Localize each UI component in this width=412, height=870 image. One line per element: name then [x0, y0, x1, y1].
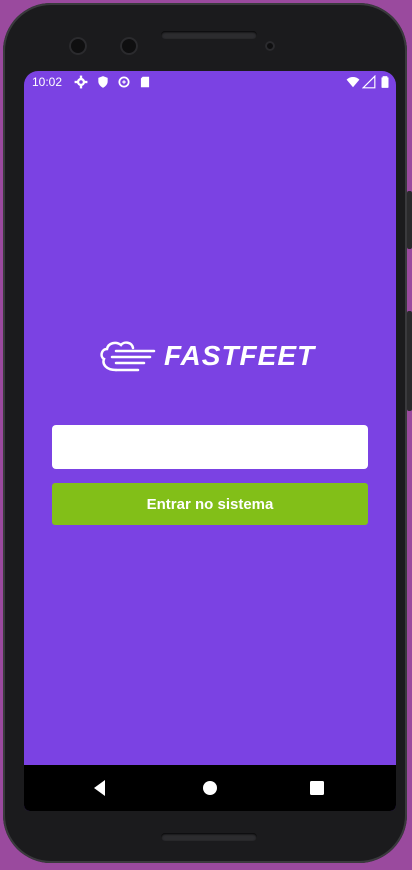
earpiece-speaker — [161, 31, 257, 39]
status-bar: 10:02 — [24, 71, 396, 93]
volume-button — [407, 191, 412, 249]
status-time: 10:02 — [32, 75, 63, 89]
device-frame: 10:02 FASTFEET Entrar no sistema — [3, 3, 412, 863]
settings-icon — [74, 75, 88, 89]
sd-card-icon — [140, 76, 150, 88]
wifi-icon — [346, 77, 360, 88]
brand-name: FASTFEET — [164, 340, 316, 371]
cellular-signal-icon — [362, 75, 376, 89]
power-button — [407, 311, 412, 411]
login-input[interactable] — [52, 425, 368, 469]
bottom-speaker — [161, 833, 257, 841]
battery-icon — [381, 76, 389, 88]
fast-cloud-icon — [100, 341, 156, 372]
front-camera-left — [69, 37, 87, 55]
login-button[interactable]: Entrar no sistema — [52, 483, 368, 525]
front-camera-right — [120, 37, 138, 55]
navigation-bar — [24, 765, 396, 811]
brand-logo: FASTFEET — [94, 337, 324, 377]
data-saver-icon — [118, 76, 130, 88]
recents-icon[interactable] — [305, 776, 329, 800]
proximity-sensor — [265, 41, 275, 51]
back-icon[interactable] — [88, 776, 112, 800]
app-screen: 10:02 FASTFEET Entrar no sistema — [24, 71, 396, 811]
home-icon[interactable] — [198, 776, 222, 800]
shield-icon — [98, 76, 108, 88]
